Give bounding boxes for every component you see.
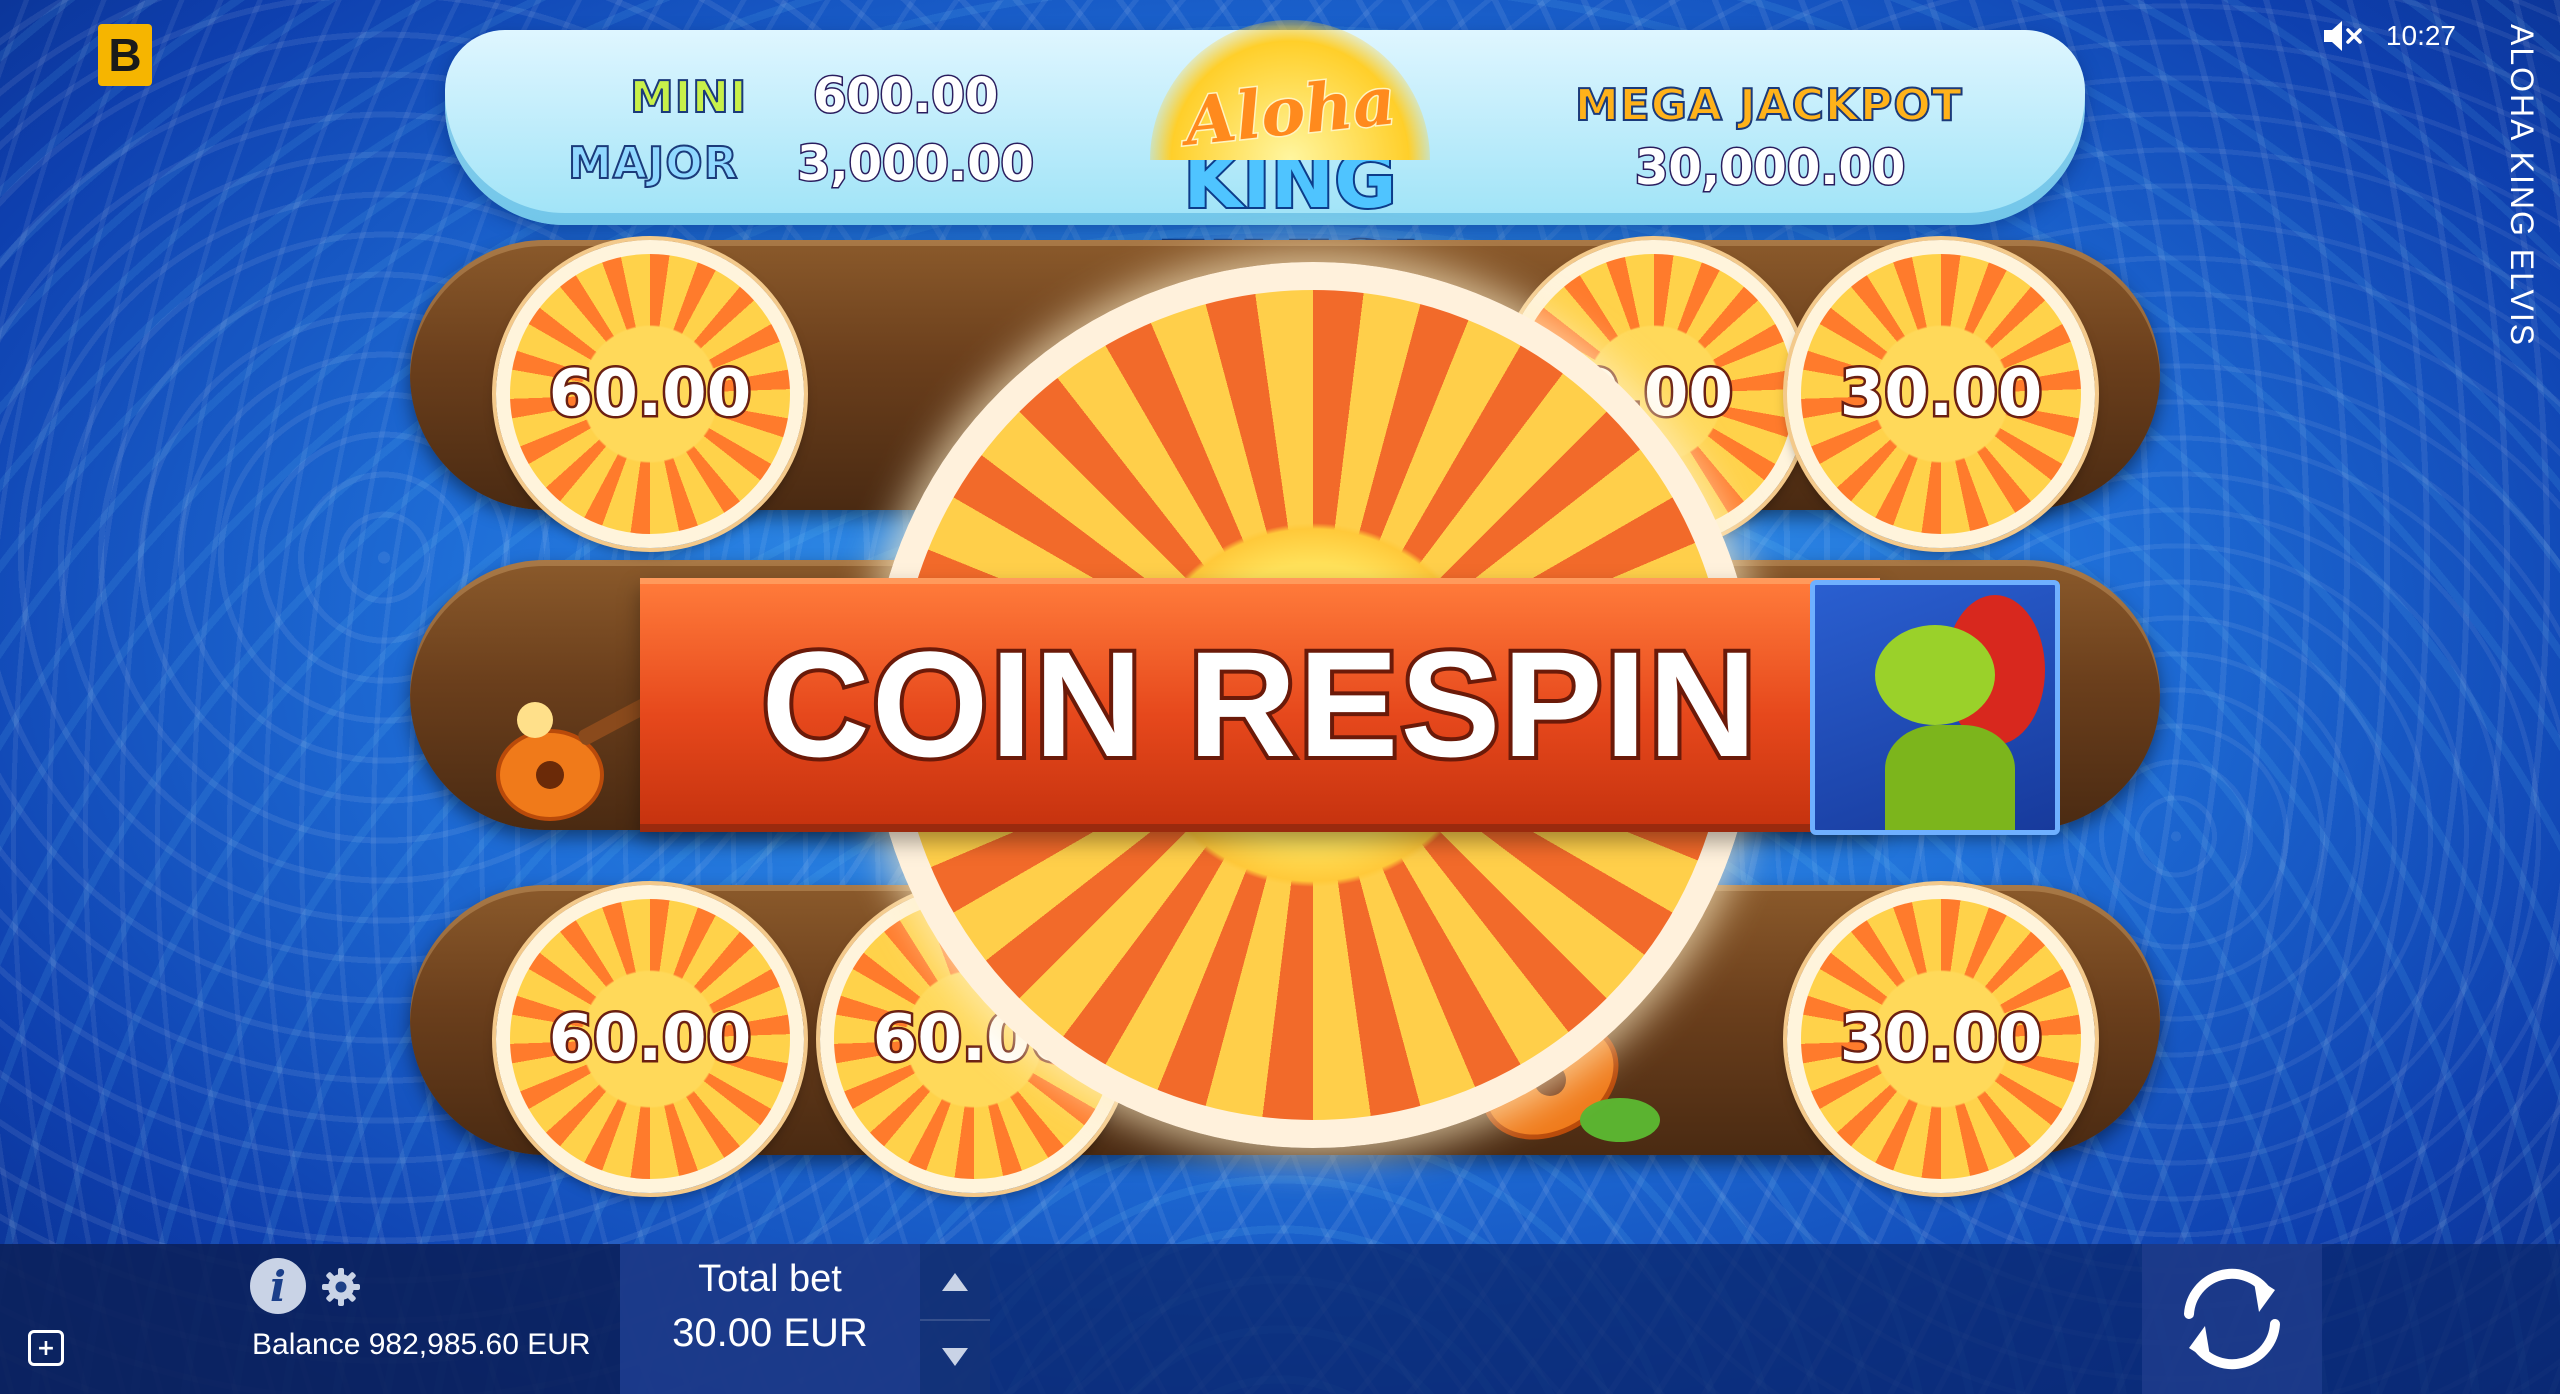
coin-symbol: 30.00 — [1787, 240, 2095, 548]
bet-increase-button[interactable] — [920, 1244, 990, 1321]
coin-respin-text: COIN RESPIN — [757, 616, 1760, 792]
mini-label: MINI — [629, 71, 748, 124]
spin-arrows-icon — [2184, 1268, 2280, 1370]
coin-value: 30.00 — [1837, 1000, 2044, 1079]
clock: 10:27 — [2385, 20, 2456, 51]
frog-head — [1875, 625, 1995, 725]
mega-jackpot-label: MEGA JACKPOT — [1574, 79, 1963, 132]
game-logo: Aloha KING ELVIS! — [1040, 20, 1540, 316]
brand-logo: B — [98, 24, 152, 86]
triangle-up-icon — [942, 1272, 968, 1291]
triangle-down-icon — [942, 1347, 968, 1366]
status-area: 10:27 — [2322, 18, 2456, 54]
bet-decrease-button[interactable] — [920, 1319, 990, 1394]
balance-text: Balance 982,985.60 EUR — [252, 1328, 591, 1361]
total-bet-value: 30.00 EUR — [672, 1311, 868, 1355]
coin-value: 30.00 — [1837, 355, 2044, 434]
expand-icon[interactable]: + — [28, 1330, 64, 1366]
balance-panel — [0, 1244, 620, 1394]
frog-character-symbol — [1810, 580, 2060, 835]
spin-button[interactable] — [2142, 1244, 2322, 1394]
coin-value: 60.00 — [546, 1000, 753, 1079]
mini-value: 600.00 — [811, 67, 999, 126]
bet-stepper — [920, 1244, 990, 1394]
total-bet-label: Total bet — [698, 1258, 842, 1300]
coin-symbol: 30.00 — [1787, 885, 2095, 1193]
game-title-vertical: ALOHA KING ELVIS — [2504, 24, 2540, 348]
coin-symbol: 60.00 — [496, 885, 804, 1193]
gear-icon[interactable] — [320, 1266, 362, 1308]
coin-value: 60.00 — [546, 355, 753, 434]
coin-respin-banner: COIN RESPIN — [640, 578, 1880, 832]
info-icon[interactable]: i — [250, 1258, 306, 1314]
speaker-muted-icon[interactable] — [2322, 18, 2364, 54]
coin-symbol: 60.00 — [496, 240, 804, 548]
major-value: 3,000.00 — [796, 135, 1036, 194]
total-bet-panel: Total bet 30.00 EUR — [620, 1244, 920, 1394]
mega-jackpot-value: 30,000.00 — [1633, 139, 1906, 198]
major-label: MAJOR — [567, 137, 739, 190]
frog-body — [1885, 725, 2015, 830]
